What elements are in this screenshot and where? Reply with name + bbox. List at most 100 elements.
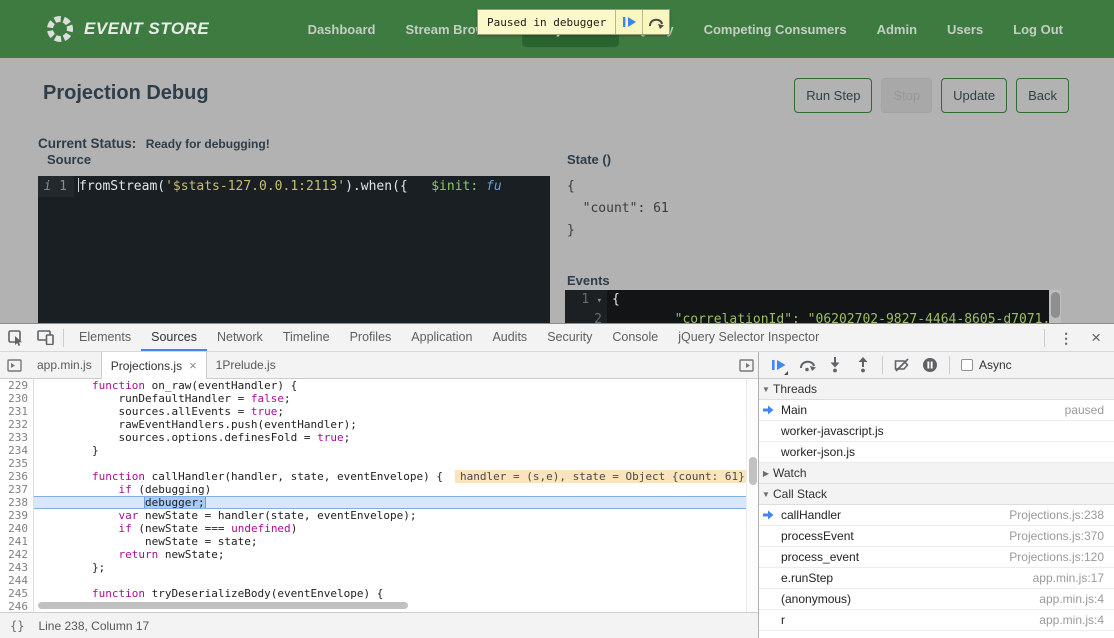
source-code-viewer[interactable]: 229 function on_raw(eventHandler) {230 r… (0, 379, 758, 612)
code-line-245[interactable]: 245 function tryDeserializeBody(eventEnv… (0, 587, 758, 600)
devtools-tab-console[interactable]: Console (602, 324, 668, 351)
call-stack-row[interactable]: processEventProjections.js:370 (759, 526, 1114, 547)
devtools-tab-elements[interactable]: Elements (69, 324, 141, 351)
update-button[interactable]: Update (941, 78, 1007, 113)
pretty-print-icon[interactable]: {} (10, 619, 24, 633)
events-editor[interactable]: 1 ▾{2 "correlationId": "06202702-9827-44… (565, 290, 1049, 323)
code-line-233[interactable]: 233 sources.options.definesFold = true; (0, 431, 758, 444)
code-line-229[interactable]: 229 function on_raw(eventHandler) { (0, 379, 758, 392)
devtools-tab-timeline[interactable]: Timeline (273, 324, 340, 351)
code-line-238[interactable]: 238 debugger; (0, 496, 758, 509)
code-line-242[interactable]: 242 return newState; (0, 548, 758, 561)
thread-row[interactable]: worker-json.js (759, 442, 1114, 463)
code-line-244[interactable]: 244 (0, 574, 758, 587)
brand[interactable]: EVENT STORE (45, 14, 209, 44)
step-into-button[interactable] (821, 353, 849, 377)
devtools-close-icon[interactable]: × (1082, 328, 1110, 348)
close-tab-icon[interactable]: × (189, 358, 197, 373)
events-scrollbar-thumb[interactable] (1051, 292, 1060, 318)
code-line-237[interactable]: 237 if (debugging) (0, 483, 758, 496)
collapse-triangle-icon: ▼ (759, 490, 773, 499)
back-button[interactable]: Back (1016, 78, 1069, 113)
toolbar-divider (949, 356, 950, 374)
code-line-240[interactable]: 240 if (newState === undefined) (0, 522, 758, 535)
debugger-toolbar: Async (759, 352, 1114, 379)
code-line-243[interactable]: 243 }; (0, 561, 758, 574)
file-tab-1prelude-js[interactable]: 1Prelude.js (207, 352, 285, 378)
file-tab-projections-js[interactable]: Projections.js× (101, 352, 207, 379)
devtools-tab-profiles[interactable]: Profiles (340, 324, 402, 351)
row-label: e.runStep (781, 571, 833, 585)
section-header-watch[interactable]: ▶Watch (759, 463, 1114, 484)
deactivate-breakpoints-button[interactable] (888, 353, 916, 377)
run-step-button[interactable]: Run Step (794, 78, 872, 113)
code-line-241[interactable]: 241 newState = state; (0, 535, 758, 548)
devtools-tab-network[interactable]: Network (207, 324, 273, 351)
resume-script-button[interactable] (765, 353, 793, 377)
page-content: Projection Debug Run StepStopUpdateBack … (0, 58, 1114, 323)
code-token (39, 483, 118, 496)
show-navigator-button[interactable] (0, 352, 28, 378)
code-text: function callHandler(handler, state, eve… (34, 470, 758, 483)
thread-row[interactable]: Mainpaused (759, 400, 1114, 421)
nav-item-users[interactable]: Users (934, 12, 996, 47)
devtools-tab-jquery-selector-inspector[interactable]: jQuery Selector Inspector (668, 324, 829, 351)
step-over-icon (799, 358, 816, 372)
nav-item-competing-consumers[interactable]: Competing Consumers (691, 12, 860, 47)
call-stack-row-partial[interactable] (759, 631, 1114, 638)
inspect-element-button[interactable] (3, 326, 29, 350)
code-line-232[interactable]: 232 rawEventHandlers.push(eventHandler); (0, 418, 758, 431)
step-over-button[interactable] (793, 353, 821, 377)
devtools-tab-security[interactable]: Security (537, 324, 602, 351)
row-location: paused (1065, 403, 1104, 417)
resume-dropdown-corner (784, 371, 788, 375)
devtools-tab-sources[interactable]: Sources (141, 324, 207, 351)
step-out-button[interactable] (849, 353, 877, 377)
device-toolbar-icon (37, 330, 54, 345)
line-number: 246 (0, 600, 34, 612)
section-header-call-stack[interactable]: ▼Call Stack (759, 484, 1114, 505)
code-token: ; (344, 431, 351, 444)
nav-item-dashboard[interactable]: Dashboard (295, 12, 389, 47)
toolbar-divider (1044, 329, 1045, 347)
fold-arrow-icon[interactable]: ▾ (591, 296, 602, 306)
device-toolbar-button[interactable] (32, 326, 58, 350)
code-line-234[interactable]: 234 } (0, 444, 758, 457)
code-line-231[interactable]: 231 sources.allEvents = true; (0, 405, 758, 418)
keyword-token: var (118, 509, 138, 522)
code-line-230[interactable]: 230 runDefaultHandler = false; (0, 392, 758, 405)
vertical-scrollbar-thumb[interactable] (749, 457, 757, 485)
horizontal-scrollbar-thumb[interactable] (38, 602, 408, 609)
resume-icon (623, 16, 636, 28)
thread-row[interactable]: worker-javascript.js (759, 421, 1114, 442)
call-stack-row[interactable]: callHandlerProjections.js:238 (759, 505, 1114, 526)
source-code-editor[interactable]: i 1 fromStream('$stats-127.0.0.1:2113').… (38, 176, 550, 323)
devtools-tab-application[interactable]: Application (401, 324, 482, 351)
call-stack-row[interactable]: e.runStepapp.min.js:17 (759, 568, 1114, 589)
resume-script-button[interactable] (615, 10, 642, 34)
step-over-button[interactable] (642, 10, 669, 34)
section-title: Threads (773, 382, 817, 396)
devtools-tab-audits[interactable]: Audits (482, 324, 537, 351)
code-line-239[interactable]: 239 var newState = handler(state, eventE… (0, 509, 758, 522)
async-checkbox[interactable] (961, 359, 973, 371)
page-actions: Run StepStopUpdateBack (794, 78, 1069, 113)
row-location: Projections.js:120 (1009, 550, 1104, 564)
call-stack-row[interactable]: (anonymous)app.min.js:4 (759, 589, 1114, 610)
keyword-token: undefined (231, 522, 291, 535)
call-stack-row[interactable]: process_eventProjections.js:120 (759, 547, 1114, 568)
section-header-threads[interactable]: ▼Threads (759, 379, 1114, 400)
code-line-236[interactable]: 236 function callHandler(handler, state,… (0, 470, 758, 483)
vertical-scrollbar[interactable] (746, 379, 758, 612)
call-stack-row[interactable]: rapp.min.js:4 (759, 610, 1114, 631)
show-debugger-button[interactable] (739, 352, 754, 378)
devtools-menu-icon[interactable]: ⋮ (1050, 330, 1082, 347)
nav-item-admin[interactable]: Admin (864, 12, 930, 47)
pause-on-exceptions-button[interactable] (916, 353, 944, 377)
file-tab-app-min-js[interactable]: app.min.js (28, 352, 101, 378)
state-panel-label: State () (567, 152, 611, 167)
code-line-235[interactable]: 235 (0, 457, 758, 470)
events-scrollbar[interactable] (1049, 290, 1061, 323)
keyword-token: return (118, 548, 158, 561)
nav-item-log-out[interactable]: Log Out (1000, 12, 1076, 47)
